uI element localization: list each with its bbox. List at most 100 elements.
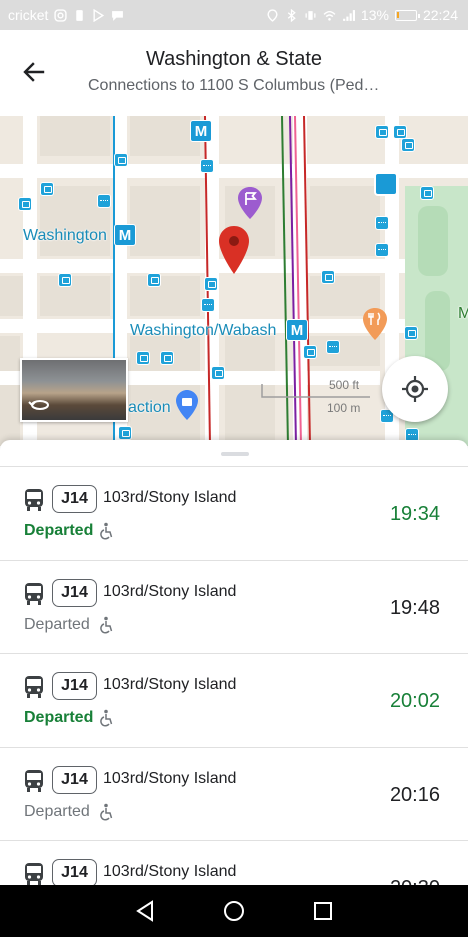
bus-stop-icon[interactable] [40,182,54,196]
bus-stop-icon[interactable] [204,277,218,291]
bus-stop-icon[interactable] [321,270,335,284]
map-view[interactable]: M M M Washington Washington/Wabash actio… [0,116,468,446]
bluetooth-icon [287,8,296,22]
bus-stop-icon[interactable] [136,351,150,365]
crosshair-icon [402,376,428,402]
triangle-back-icon [135,900,153,922]
bus-stop-icon[interactable] [420,186,434,200]
battery-saver-icon [76,9,84,21]
bus-icon [25,676,43,698]
carrier-name: cricket [8,7,49,23]
departure-row[interactable]: J14 103rd/Stony Island 20:30 [0,840,468,885]
system-nav-bar [0,885,468,937]
scale-feet: 500 ft [329,378,360,392]
nav-recents-button[interactable] [308,896,338,926]
bike-share-icon[interactable] [200,159,214,173]
bus-stop-icon[interactable] [114,153,128,167]
bus-stop-icon[interactable] [404,326,418,340]
route-badge: J14 [52,765,97,794]
bus-stop-icon[interactable] [401,138,415,152]
flag-place-icon[interactable] [237,186,263,220]
play-store-icon [93,8,105,22]
metro-station-icon[interactable]: M [190,120,212,142]
departure-row[interactable]: J14 103rd/Stony Island Departed 20:16 [0,746,468,841]
signal-icon [343,9,355,21]
departure-time: 20:02 [389,690,440,712]
bus-icon [25,769,43,792]
wheelchair-icon [100,709,113,727]
departure-row[interactable]: J14 103rd/Stony Island Departed 19:48 [0,559,468,654]
bus-stop-icon[interactable] [58,273,72,287]
shopping-icon[interactable] [175,389,199,421]
destination-label: 103rd/Stony Island [103,769,237,787]
clock: 22:24 [422,7,458,23]
location-pin-icon[interactable] [218,225,250,275]
wifi-icon [323,10,336,21]
instagram-icon [54,8,68,22]
departure-status: Departed [24,802,90,820]
destination-label: 103rd/Stony Island [103,676,237,693]
bus-stop-icon[interactable] [303,345,317,359]
departure-row[interactable]: J14 103rd/Stony Island Departed 19:34 [0,466,468,560]
drag-handle[interactable] [221,452,249,456]
message-icon [112,10,124,21]
departures-list: J14 103rd/Stony Island Departed 19:34 J1… [0,466,468,885]
app-header: Washington & State Connections to 1100 S… [0,30,468,116]
departure-row[interactable]: J14 103rd/Stony Island Departed 20:02 [0,653,468,747]
wheelchair-icon [100,616,113,633]
bike-share-icon[interactable] [326,340,340,354]
bus-stop-icon[interactable] [375,125,389,139]
bike-share-icon[interactable] [201,298,215,312]
metro-station-wabash-icon[interactable]: M [286,319,308,341]
route-badge: J14 [52,672,97,700]
map-label-washington: Washington [23,227,107,244]
status-bar: cricket 13% 22:24 [0,0,468,30]
departure-time: 20:16 [389,783,440,806]
map-label-edge: M [458,305,468,322]
route-badge: J14 [52,578,97,607]
bus-stop-icon[interactable] [118,426,132,440]
my-location-button[interactable] [382,356,448,422]
bike-share-icon[interactable] [375,216,389,230]
destination-label: 103rd/Stony Island [103,863,237,880]
route-badge: J14 [52,485,97,513]
map-label-washington-wabash: Washington/Wabash [130,322,277,339]
nav-home-button[interactable] [219,896,249,926]
departure-status: Departed [24,709,94,726]
bus-stop-icon[interactable] [393,125,407,139]
wheelchair-icon [100,803,113,820]
departures-sheet[interactable]: J14 103rd/Stony Island Departed 19:34 J1… [0,440,468,885]
departure-status: Departed [24,615,90,633]
map-label-action: action [128,399,171,416]
circle-home-icon [223,901,244,921]
wheelchair-icon [100,522,113,540]
vibrate-icon [305,10,316,20]
battery-percent: 13% [360,7,389,23]
rotate-360-icon [28,400,49,410]
bus-stop-icon[interactable] [160,351,174,365]
battery-icon [394,9,420,21]
route-badge: J14 [52,859,97,885]
bus-stop-icon[interactable] [211,366,225,380]
square-recents-icon [314,902,333,920]
metro-station-washington-icon[interactable]: M [114,224,136,246]
destination-label: 103rd/Stony Island [103,489,237,506]
bike-share-icon[interactable] [375,243,389,257]
bike-share-icon[interactable] [97,194,111,208]
bus-stop-icon[interactable] [147,273,161,287]
departure-status: Departed [24,522,94,539]
page-subtitle: Connections to 1100 S Columbus (Ped… [88,77,380,94]
street-view-thumbnail[interactable] [20,358,128,422]
bus-icon [25,489,43,511]
location-icon [267,8,278,22]
scale-meters: 100 m [327,401,361,415]
destination-label: 103rd/Stony Island [103,582,237,600]
bus-icon [25,863,43,885]
restaurant-icon[interactable] [362,307,388,341]
nav-back-button[interactable] [130,896,160,926]
bus-icon [25,582,43,605]
departure-time: 19:48 [389,596,440,619]
rail-station-icon[interactable] [374,172,398,196]
bus-stop-icon[interactable] [18,197,32,211]
page-title: Washington & State [145,48,323,70]
